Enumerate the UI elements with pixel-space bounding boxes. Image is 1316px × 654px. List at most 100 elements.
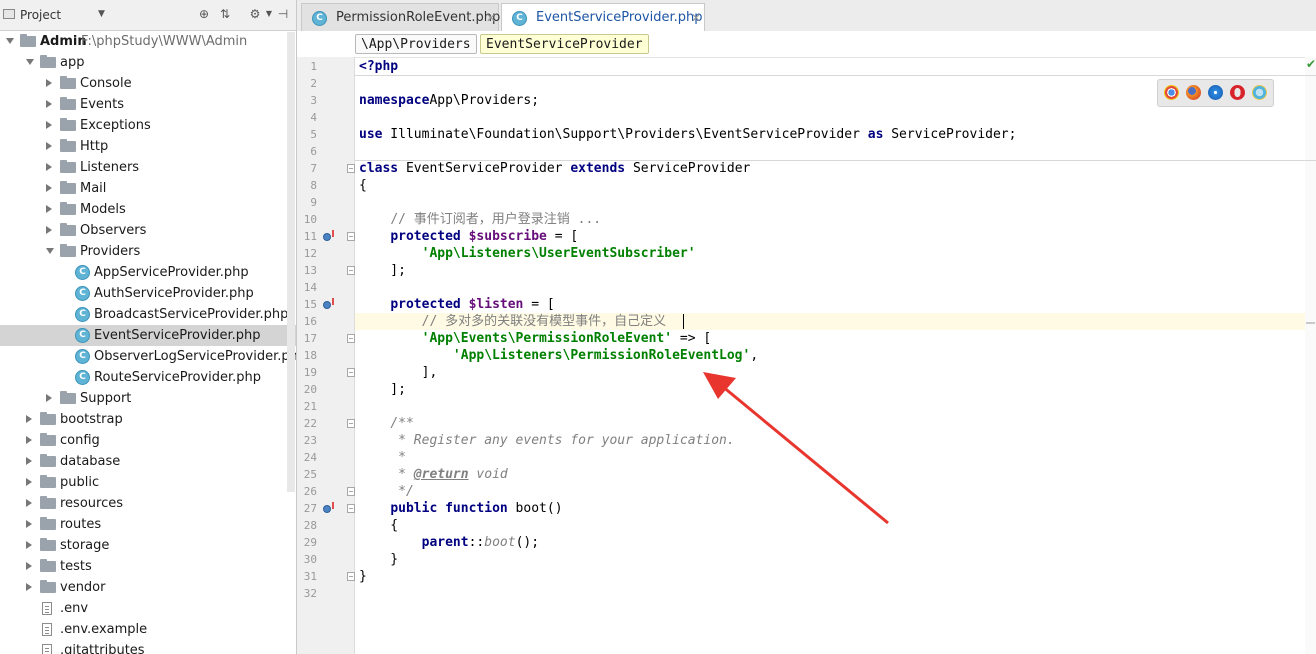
tree-folder[interactable]: routes — [0, 514, 296, 535]
code-line[interactable]: // 事件订阅者，用户登录注销 ... — [355, 211, 1305, 228]
tab-permission-role-event[interactable]: C PermissionRoleEvent.php ✕ — [301, 3, 500, 32]
fold-marker-icon[interactable] — [347, 334, 355, 343]
ie-icon[interactable] — [1252, 85, 1267, 100]
gear-caret-icon[interactable]: ▼ — [262, 7, 276, 21]
close-icon[interactable]: ✕ — [691, 4, 701, 32]
code-line[interactable] — [355, 143, 1305, 160]
override-marker-icon[interactable] — [323, 230, 334, 241]
tree-folder[interactable]: Mail — [0, 178, 296, 199]
fold-marker-icon[interactable] — [347, 232, 355, 241]
project-tree-scrollbar[interactable] — [287, 32, 295, 492]
tree-file[interactable]: C RouteServiceProvider.php — [0, 367, 296, 388]
collapse-arrow-icon[interactable] — [26, 457, 32, 465]
code-editor[interactable]: <?php namespaceApp\Providers; use Illumina… — [355, 57, 1305, 654]
locate-target-icon[interactable]: ⊕ — [197, 7, 211, 21]
collapse-arrow-icon[interactable] — [46, 184, 52, 192]
code-line[interactable]: ], — [355, 364, 1305, 381]
code-line[interactable]: 'App\Events\PermissionRoleEvent' => [ — [355, 330, 1305, 347]
code-line[interactable]: * @return void — [355, 466, 1305, 483]
collapse-arrow-icon[interactable] — [46, 100, 52, 108]
collapse-arrow-icon[interactable] — [46, 394, 52, 402]
line-number-gutter[interactable]: 1 2 3 4 5 6 7 8 9 10 11 12 13 14 15 16 17 18 19 20 21 22 23 24 2… — [297, 57, 355, 654]
tree-folder[interactable]: Providers — [0, 241, 296, 262]
code-line[interactable]: 'App\Listeners\UserEventSubscriber' — [355, 245, 1305, 262]
fold-marker-icon[interactable] — [347, 419, 355, 428]
tree-folder[interactable]: Admin F:\phpStudy\WWW\Admin — [0, 31, 296, 52]
code-line[interactable]: ]; — [355, 381, 1305, 398]
close-icon[interactable]: ✕ — [486, 4, 496, 32]
tree-folder[interactable]: bootstrap — [0, 409, 296, 430]
current-line-mark[interactable] — [1306, 322, 1315, 324]
code-line[interactable] — [355, 398, 1305, 415]
fold-marker-icon[interactable] — [347, 368, 355, 377]
fold-marker-icon[interactable] — [347, 266, 355, 275]
project-view-selector[interactable]: Project — [20, 8, 61, 22]
collapse-arrow-icon[interactable] — [26, 436, 32, 444]
tree-folder[interactable]: Exceptions — [0, 115, 296, 136]
code-line[interactable]: protected $listen = [ — [355, 296, 1305, 313]
code-line[interactable]: * Register any events for your applicati… — [355, 432, 1305, 449]
fold-marker-icon[interactable] — [347, 487, 355, 496]
collapse-arrow-icon[interactable] — [46, 205, 52, 213]
chevron-down-icon[interactable]: ▼ — [98, 9, 105, 19]
code-line[interactable]: * — [355, 449, 1305, 466]
code-line[interactable]: <?php — [355, 58, 1305, 75]
fold-marker-icon[interactable] — [347, 572, 355, 581]
tree-folder[interactable]: resources — [0, 493, 296, 514]
override-marker-icon[interactable] — [323, 502, 334, 513]
gear-icon[interactable]: ⚙ — [248, 7, 262, 21]
code-line[interactable]: // 多对多的关联没有模型事件，自己定义 — [355, 313, 1305, 330]
tree-file[interactable]: .env.example — [0, 619, 296, 640]
opera-icon[interactable] — [1230, 85, 1245, 100]
tree-folder[interactable]: storage — [0, 535, 296, 556]
tree-folder[interactable]: public — [0, 472, 296, 493]
override-marker-icon[interactable] — [323, 298, 334, 309]
chrome-icon[interactable] — [1164, 85, 1179, 100]
expand-arrow-icon[interactable] — [46, 248, 54, 254]
tree-folder[interactable]: Http — [0, 136, 296, 157]
code-line[interactable] — [355, 109, 1305, 126]
code-line[interactable]: 'App\Listeners\PermissionRoleEventLog', — [355, 347, 1305, 364]
tree-folder[interactable]: Events — [0, 94, 296, 115]
tree-file[interactable]: C EventServiceProvider.php — [0, 325, 296, 346]
tree-folder[interactable]: Observers — [0, 220, 296, 241]
tree-file[interactable]: C ObserverLogServiceProvider.php — [0, 346, 296, 367]
collapse-arrow-icon[interactable] — [26, 541, 32, 549]
tree-file[interactable]: .gitattributes — [0, 640, 296, 654]
expand-arrow-icon[interactable] — [6, 38, 14, 44]
tree-folder[interactable]: Models — [0, 199, 296, 220]
code-line[interactable]: ]; — [355, 262, 1305, 279]
collapse-arrow-icon[interactable] — [26, 415, 32, 423]
tree-file[interactable]: C AuthServiceProvider.php — [0, 283, 296, 304]
tree-file[interactable]: C AppServiceProvider.php — [0, 262, 296, 283]
collapse-arrow-icon[interactable] — [26, 520, 32, 528]
code-line[interactable]: } — [355, 551, 1305, 568]
code-line[interactable]: parent::boot(); — [355, 534, 1305, 551]
fold-marker-icon[interactable] — [347, 164, 355, 173]
code-line[interactable] — [355, 585, 1305, 602]
code-line[interactable] — [355, 194, 1305, 211]
collapse-arrow-icon[interactable] — [26, 478, 32, 486]
code-line[interactable]: use Illuminate\Foundation\Support\Provid… — [355, 126, 1305, 143]
collapse-arrow-icon[interactable] — [26, 562, 32, 570]
code-line[interactable]: class EventServiceProvider extends Servi… — [355, 160, 1305, 177]
collapse-arrow-icon[interactable] — [46, 226, 52, 234]
collapse-arrow-icon[interactable] — [26, 583, 32, 591]
tree-folder[interactable]: Support — [0, 388, 296, 409]
hide-panel-icon[interactable]: ⊣ — [276, 7, 290, 21]
tree-folder[interactable]: tests — [0, 556, 296, 577]
collapse-arrow-icon[interactable] — [46, 79, 52, 87]
breadcrumb-namespace[interactable]: \App\Providers — [355, 34, 477, 54]
tree-folder[interactable]: database — [0, 451, 296, 472]
tree-folder[interactable]: vendor — [0, 577, 296, 598]
collapse-all-icon[interactable]: ⇅ — [218, 7, 232, 21]
error-stripe[interactable]: ✔ — [1305, 57, 1316, 654]
firefox-icon[interactable] — [1186, 85, 1201, 100]
collapse-arrow-icon[interactable] — [26, 499, 32, 507]
tree-folder[interactable]: Console — [0, 73, 296, 94]
code-line[interactable]: */ — [355, 483, 1305, 500]
code-line[interactable]: protected $subscribe = [ — [355, 228, 1305, 245]
code-line[interactable]: } — [355, 568, 1305, 585]
tree-file[interactable]: .env — [0, 598, 296, 619]
collapse-arrow-icon[interactable] — [46, 142, 52, 150]
